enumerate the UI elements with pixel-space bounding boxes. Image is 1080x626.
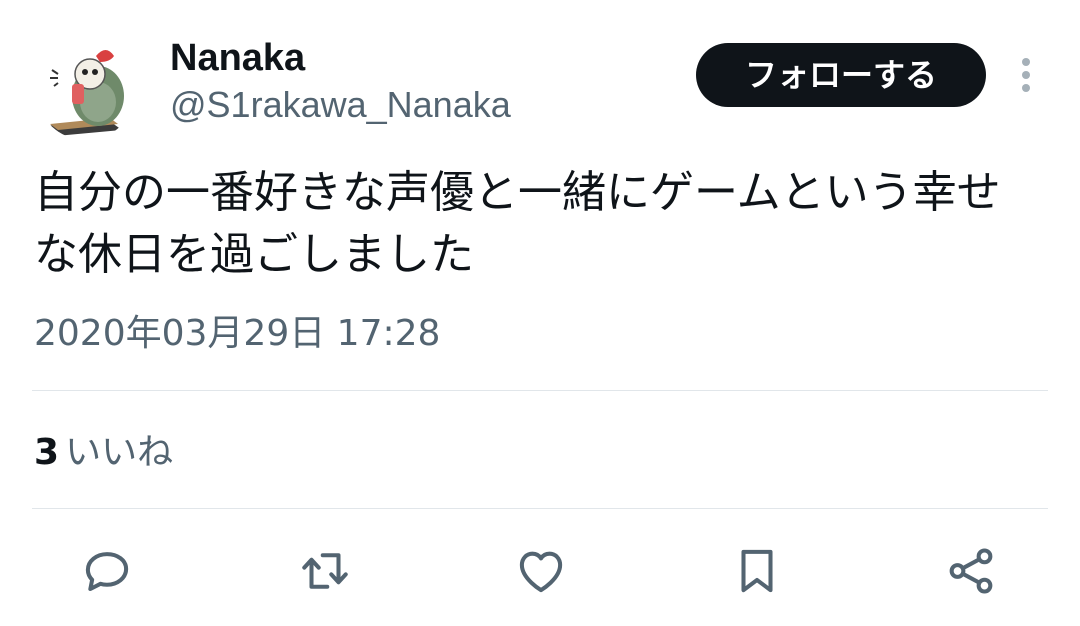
bookmark-button[interactable] — [730, 544, 784, 598]
tweet-timestamp[interactable]: 2020年03月29日 17:28 — [34, 308, 440, 360]
divider — [32, 508, 1048, 509]
more-vertical-icon — [1022, 58, 1030, 92]
retweet-icon — [302, 553, 348, 589]
more-button[interactable] — [1008, 54, 1044, 96]
avatar-illustration-icon — [44, 50, 124, 136]
reply-icon — [85, 552, 129, 592]
heart-icon — [519, 551, 563, 593]
share-button[interactable] — [944, 544, 998, 598]
share-icon — [949, 548, 993, 594]
display-name[interactable]: Nanaka — [170, 36, 511, 80]
bookmark-icon — [741, 549, 773, 593]
follow-button[interactable]: フォローする — [696, 43, 986, 107]
divider — [32, 390, 1048, 391]
user-handle[interactable]: @S1rakawa_Nanaka — [170, 84, 511, 126]
tweet-text: 自分の一番好きな声優と一緒にゲームという幸せな休日を過ごしました — [34, 167, 1001, 280]
reply-button[interactable] — [80, 544, 134, 598]
avatar[interactable] — [36, 40, 136, 140]
retweet-button[interactable] — [298, 544, 352, 598]
user-info: Nanaka @S1rakawa_Nanaka — [170, 36, 511, 126]
likes-count: 3 — [34, 432, 60, 473]
likes-label: いいね — [65, 432, 174, 473]
tweet-card: Nanaka @S1rakawa_Nanaka フォローする 自分の一番好きな声… — [0, 0, 1080, 626]
like-button[interactable] — [514, 544, 568, 598]
likes-stat[interactable]: 3 いいね — [34, 426, 173, 480]
